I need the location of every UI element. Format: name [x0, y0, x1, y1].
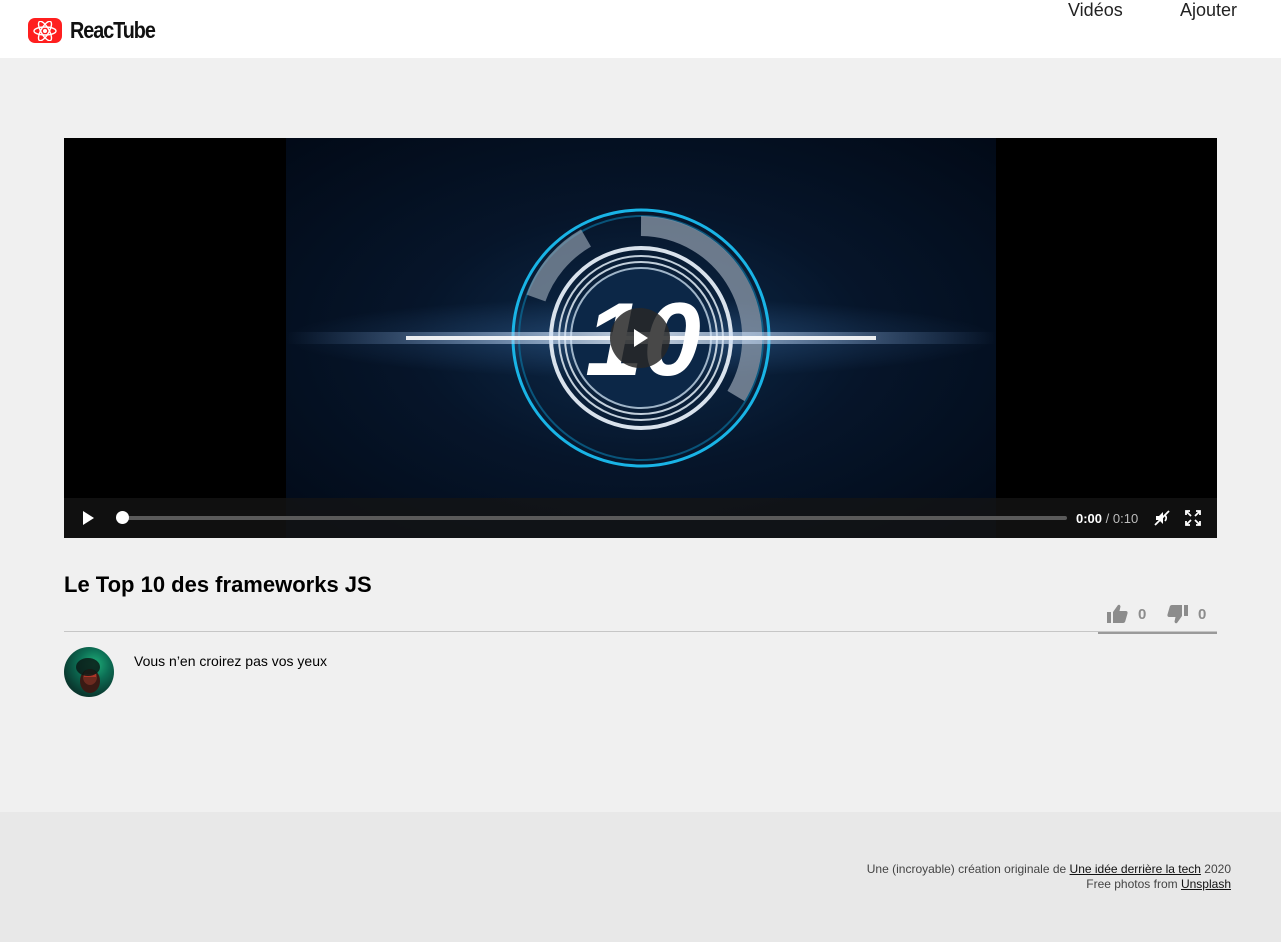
thumbs-up-icon	[1107, 604, 1128, 623]
nav-link-videos[interactable]: Vidéos	[1068, 0, 1123, 21]
brand-logo[interactable]: ReacTube	[28, 17, 169, 44]
footer-unsplash-link[interactable]: Unsplash	[1181, 877, 1231, 891]
react-atom-icon	[28, 18, 62, 43]
footer-author-link[interactable]: Une idée derrière la tech	[1070, 862, 1201, 876]
footer-photos-line: Free photos from Unsplash	[867, 877, 1231, 892]
top-header: ReacTube Vidéos Ajouter	[0, 0, 1281, 58]
footer-credit-line: Une (incroyable) création originale de U…	[867, 862, 1231, 877]
time-display: 0:00 / 0:10	[1076, 511, 1138, 526]
like-count: 0	[1138, 605, 1147, 623]
fullscreen-icon	[1185, 510, 1201, 526]
big-play-button[interactable]	[610, 308, 670, 368]
page-footer: Une (incroyable) création originale de U…	[0, 812, 1281, 942]
seek-handle[interactable]	[116, 511, 129, 524]
footer-photos-prefix: Free photos from	[1086, 877, 1181, 891]
video-title: Le Top 10 des frameworks JS	[64, 572, 372, 597]
seek-bar[interactable]	[116, 511, 1067, 524]
video-description: Vous n’en croirez pas vos yeux	[134, 653, 327, 669]
thumbs-down-icon	[1167, 605, 1188, 624]
footer-credits: Une (incroyable) création originale de U…	[867, 862, 1231, 892]
play-button[interactable]	[80, 510, 96, 526]
vote-bar: 0 0	[1098, 602, 1217, 634]
footer-credit-suffix: 2020	[1200, 862, 1231, 876]
brand-name: ReacTube	[70, 17, 156, 43]
nav-link-add[interactable]: Ajouter	[1180, 0, 1237, 21]
like-button[interactable]: 0	[1107, 604, 1146, 624]
mute-button[interactable]	[1154, 510, 1171, 526]
time-separator: /	[1102, 511, 1113, 526]
current-time: 0:00	[1076, 511, 1103, 526]
duration: 0:10	[1112, 511, 1139, 526]
play-icon	[83, 511, 94, 525]
footer-credit-prefix: Une (incroyable) création originale de	[866, 862, 1070, 876]
muted-speaker-icon	[1154, 510, 1170, 526]
dislike-count: 0	[1198, 605, 1207, 623]
play-icon	[634, 329, 648, 347]
avatar[interactable]	[64, 647, 114, 697]
fullscreen-button[interactable]	[1185, 510, 1201, 526]
details-divider	[64, 631, 1217, 632]
video-player[interactable]: 10 0:00 / 0:10	[64, 138, 1217, 538]
avatar-portrait	[76, 658, 100, 693]
dislike-button[interactable]: 0	[1167, 604, 1206, 624]
video-controls: 0:00 / 0:10	[64, 498, 1217, 538]
